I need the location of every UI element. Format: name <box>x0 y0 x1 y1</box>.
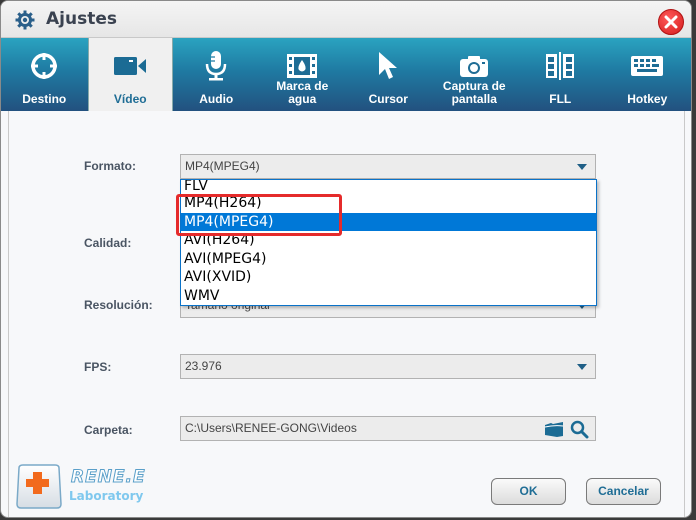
formato-select[interactable]: MP4(MPEG4) <box>180 154 596 179</box>
folder-icon[interactable] <box>544 421 564 438</box>
formato-value: MP4(MPEG4) <box>185 159 260 173</box>
annotation-highlight-box <box>176 194 342 236</box>
tab-audio[interactable]: Audio <box>173 38 260 111</box>
film-split-icon <box>544 50 576 82</box>
tab-label: Captura de pantalla <box>442 79 506 106</box>
tab-label: FLL <box>549 92 572 106</box>
tab-label: Marca de agua <box>276 79 329 106</box>
chevron-down-icon <box>577 164 587 170</box>
dropdown-option-avi-xvid[interactable]: AVI(XVID) <box>181 268 596 287</box>
dropdown-option-flv[interactable]: FLV <box>181 180 596 194</box>
dropdown-option-avi-mpeg4[interactable]: AVI(MPEG4) <box>181 250 596 269</box>
ok-button[interactable]: OK <box>491 478 566 505</box>
carpeta-value: C:\Users\RENEE-GONG\Videos <box>185 421 357 435</box>
cancel-button[interactable]: Cancelar <box>586 478 661 505</box>
formato-label: Formato: <box>84 159 136 173</box>
tab-destino[interactable]: Destino <box>1 38 88 111</box>
brand-title: RENE.E <box>71 467 146 488</box>
fps-label: FPS: <box>84 360 112 374</box>
tab-hotkey[interactable]: Hotkey <box>604 38 691 111</box>
tab-label: Vídeo <box>113 92 147 106</box>
calidad-label: Calidad: <box>84 236 132 250</box>
fps-value: 23.976 <box>185 359 222 373</box>
window-title: Ajustes <box>46 9 117 29</box>
tab-captura-de-pantalla[interactable]: Captura de pantalla <box>432 38 518 111</box>
tab-label: Destino <box>22 92 67 106</box>
tab-cursor[interactable]: Cursor <box>345 38 432 111</box>
gear-icon <box>15 10 35 30</box>
dropdown-option-wmv[interactable]: WMV <box>181 287 596 306</box>
tab-label: Audio <box>199 92 234 106</box>
camera-icon <box>459 50 489 82</box>
search-icon[interactable] <box>570 420 589 439</box>
title-bar: Ajustes <box>1 1 691 38</box>
rene-e-logo-icon <box>16 464 62 509</box>
brand-subtitle: Laboratory <box>69 489 144 503</box>
carpeta-label: Carpeta: <box>84 423 133 437</box>
crosshair-icon <box>29 50 59 82</box>
chevron-down-icon <box>577 364 587 370</box>
watermark-film-icon <box>286 50 318 82</box>
settings-dialog: Ajustes Destino Vídeo Audio Marca de agu… <box>0 0 692 518</box>
resolucion-label: Resolución: <box>84 298 153 312</box>
keyboard-icon <box>630 50 664 82</box>
video-camera-icon <box>113 50 147 82</box>
cursor-arrow-icon <box>377 50 399 82</box>
close-icon <box>664 15 678 29</box>
tab-label: Hotkey <box>627 92 668 106</box>
carpeta-input[interactable]: C:\Users\RENEE-GONG\Videos <box>180 416 596 441</box>
tab-fll[interactable]: FLL <box>517 38 604 111</box>
tab-label: Cursor <box>368 92 408 106</box>
tab-video[interactable]: Vídeo <box>87 38 174 111</box>
microphone-icon <box>204 50 228 82</box>
tab-marca-de-agua[interactable]: Marca de agua <box>260 38 346 111</box>
close-button[interactable] <box>658 9 684 35</box>
fps-select[interactable]: 23.976 <box>180 354 596 379</box>
tab-bar: Destino Vídeo Audio Marca deagua Cursor <box>1 38 691 111</box>
